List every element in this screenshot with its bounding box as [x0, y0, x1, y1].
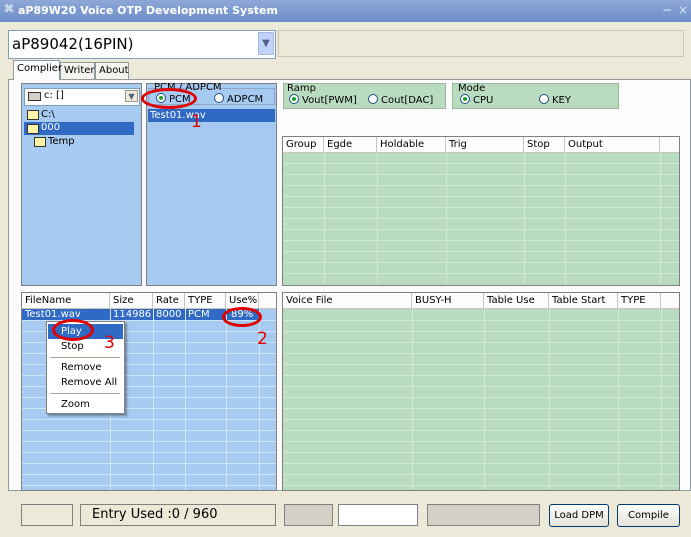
folder-label: Temp: [48, 136, 75, 147]
mode-group: Mode CPU KEY: [452, 83, 619, 109]
device-select[interactable]: aP89042(16PIN) ▼: [8, 30, 276, 59]
folder-item-000[interactable]: 000: [24, 122, 134, 135]
device-info-box: [278, 30, 684, 57]
radio-icon: [368, 94, 378, 104]
wave-file-item[interactable]: Test01.wav: [148, 109, 275, 122]
radio-checked-icon: [289, 94, 299, 104]
adpcm-radio-label: ADPCM: [227, 94, 264, 105]
app-icon: ⌘: [4, 4, 14, 15]
annotation-number: 2: [257, 329, 268, 349]
annotation-circle-use: [222, 307, 262, 327]
column-header[interactable]: Table Start: [549, 293, 618, 308]
radio-icon: [539, 94, 549, 104]
cell-rate: 8000: [156, 309, 182, 320]
chevron-down-icon[interactable]: ▼: [258, 32, 274, 55]
entry-used-panel: Entry Used :0 / 960: [80, 504, 276, 526]
column-header[interactable]: Size: [110, 293, 153, 308]
chevron-down-icon[interactable]: ▼: [125, 90, 138, 102]
column-header[interactable]: Rate: [153, 293, 185, 308]
trigger-table-header: Group Egde Holdable Trig Stop Output: [283, 137, 679, 153]
voice-table-header: Voice File BUSY-H Table Use Table Start …: [283, 293, 679, 309]
menu-item-remove[interactable]: Remove: [48, 360, 123, 375]
voice-table[interactable]: Voice File BUSY-H Table Use Table Start …: [282, 292, 680, 491]
cout-dac-radio[interactable]: Cout[DAC]: [368, 94, 433, 106]
column-header[interactable]: FileName: [22, 293, 110, 308]
column-header[interactable]: TYPE: [618, 293, 661, 308]
column-header[interactable]: Voice File: [283, 293, 412, 308]
radio-checked-icon: [460, 94, 470, 104]
folder-icon: [34, 137, 46, 147]
menu-separator: [50, 393, 120, 394]
app-window: ⌘ aP89W20 Voice OTP Development System −…: [0, 0, 691, 537]
folder-open-icon: [27, 124, 39, 134]
window-title: aP89W20 Voice OTP Development System: [18, 4, 278, 17]
column-header[interactable]: Use%: [226, 293, 259, 308]
device-select-value: aP89042(16PIN): [12, 35, 134, 53]
folder-open-icon: [27, 110, 39, 120]
cell-type: PCM: [188, 309, 210, 320]
folder-label: C:\: [41, 109, 55, 120]
column-header[interactable]: BUSY-H: [412, 293, 484, 308]
menu-item-zoom[interactable]: Zoom: [48, 397, 123, 412]
cpu-radio[interactable]: CPU: [460, 94, 493, 106]
column-header[interactable]: Egde: [324, 137, 377, 152]
tab-writer[interactable]: Writer: [60, 62, 95, 79]
trigger-table-grid: [283, 153, 679, 285]
drive-icon: [28, 92, 41, 101]
folder-item-temp[interactable]: Temp: [34, 136, 134, 149]
load-dpm-button[interactable]: Load DPM: [549, 504, 609, 527]
progress-panel: [427, 504, 540, 526]
column-header[interactable]: TYPE: [185, 293, 226, 308]
column-header[interactable]: Table Use: [484, 293, 549, 308]
status-panel: [284, 504, 333, 526]
voice-table-grid: [283, 309, 679, 490]
close-button[interactable]: ×: [678, 3, 688, 17]
column-header[interactable]: Group: [283, 137, 324, 152]
annotation-number: 3: [104, 333, 115, 353]
cout-dac-label: Cout[DAC]: [381, 95, 434, 106]
status-panel: [338, 504, 418, 526]
compile-button[interactable]: Compile: [617, 504, 680, 527]
tab-complier[interactable]: Complier: [13, 60, 62, 80]
cpu-radio-label: CPU: [473, 95, 494, 106]
title-bar: ⌘ aP89W20 Voice OTP Development System −…: [0, 0, 691, 22]
column-header[interactable]: Holdable: [377, 137, 446, 152]
key-radio[interactable]: KEY: [539, 94, 571, 106]
folder-item-root[interactable]: C:\: [24, 109, 134, 122]
trigger-table[interactable]: Group Egde Holdable Trig Stop Output: [282, 136, 680, 286]
status-panel: [21, 504, 73, 526]
column-header[interactable]: Output: [565, 137, 660, 152]
drive-select-value: c: []: [44, 90, 64, 101]
column-header[interactable]: Stop: [524, 137, 565, 152]
annotation-circle-play: [52, 319, 94, 341]
cell-size: 114986: [113, 309, 152, 320]
key-radio-label: KEY: [552, 95, 571, 106]
adpcm-radio[interactable]: ADPCM: [214, 93, 263, 105]
mode-group-label: Mode: [458, 83, 486, 94]
ramp-group: Ramp Vout[PWM] Cout[DAC]: [283, 83, 446, 109]
minimize-button[interactable]: −: [662, 3, 672, 17]
vout-pwm-radio[interactable]: Vout[PWM]: [289, 94, 357, 106]
annotation-number: 1: [191, 112, 202, 132]
ramp-group-label: Ramp: [287, 83, 316, 94]
wave-file-panel: PCM / ADPCM PCM ADPCM Test01.wav: [146, 82, 277, 286]
vout-pwm-label: Vout[PWM]: [302, 95, 357, 106]
drive-select[interactable]: c: [] ▼: [24, 88, 140, 106]
radio-icon: [214, 93, 224, 103]
folder-tree: C:\ 000 Temp: [24, 107, 138, 284]
entry-used-text: Entry Used :0 / 960: [92, 507, 218, 522]
menu-separator: [50, 357, 120, 358]
folder-label: 000: [41, 122, 61, 133]
tab-about[interactable]: About: [95, 62, 129, 79]
annotation-circle-pcm: [141, 88, 197, 109]
column-header[interactable]: Trig: [446, 137, 524, 152]
folder-panel: c: [] ▼ C:\ 000 Temp: [21, 83, 142, 286]
menu-item-remove-all[interactable]: Remove All: [48, 375, 123, 390]
